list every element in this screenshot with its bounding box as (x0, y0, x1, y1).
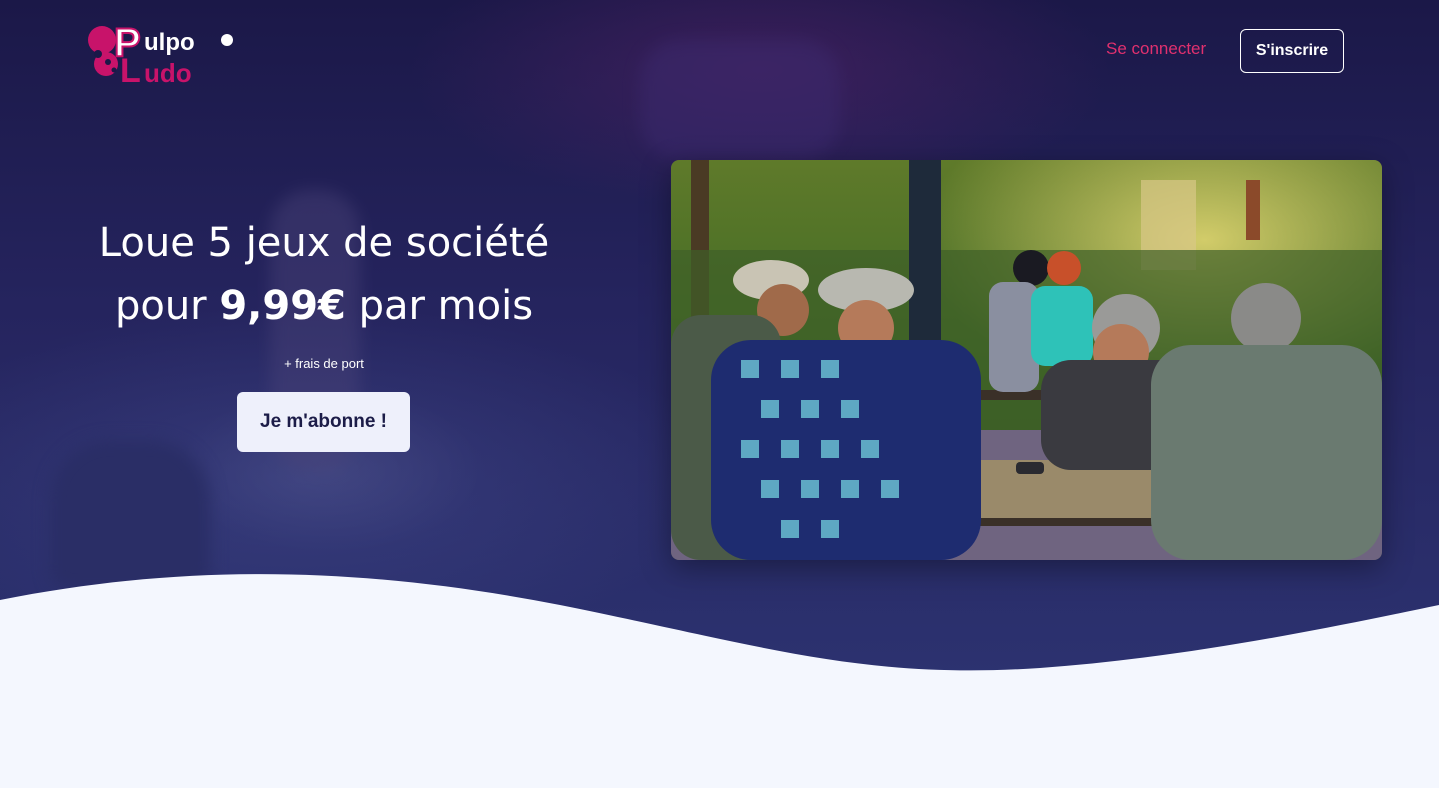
headline-pre: pour (114, 283, 220, 329)
pulpo-ludo-logo[interactable]: P ulpo L udo (84, 18, 244, 88)
headline-price: 9,99€ (219, 283, 346, 329)
headline-post: par mois (345, 283, 534, 329)
shipping-note: + frais de port (284, 356, 364, 371)
logo-text-top: ulpo (144, 29, 195, 56)
logo-text-bottom: udo (144, 58, 192, 88)
star-icon (221, 34, 233, 46)
background-pawn-2 (640, 40, 840, 160)
wave-divider (0, 574, 1439, 788)
park-game-illustration (671, 160, 1382, 560)
hero-headline: Loue 5 jeux de société pour 9,99€ par mo… (40, 212, 608, 338)
logo-initial-l: L (120, 52, 141, 88)
subscribe-button[interactable]: Je m'abonne ! (237, 392, 410, 452)
login-link[interactable]: Se connecter (1106, 39, 1206, 59)
headline-line-1: Loue 5 jeux de société (98, 220, 550, 266)
hero-photo (671, 160, 1382, 560)
signup-button[interactable]: S'inscrire (1240, 29, 1344, 73)
